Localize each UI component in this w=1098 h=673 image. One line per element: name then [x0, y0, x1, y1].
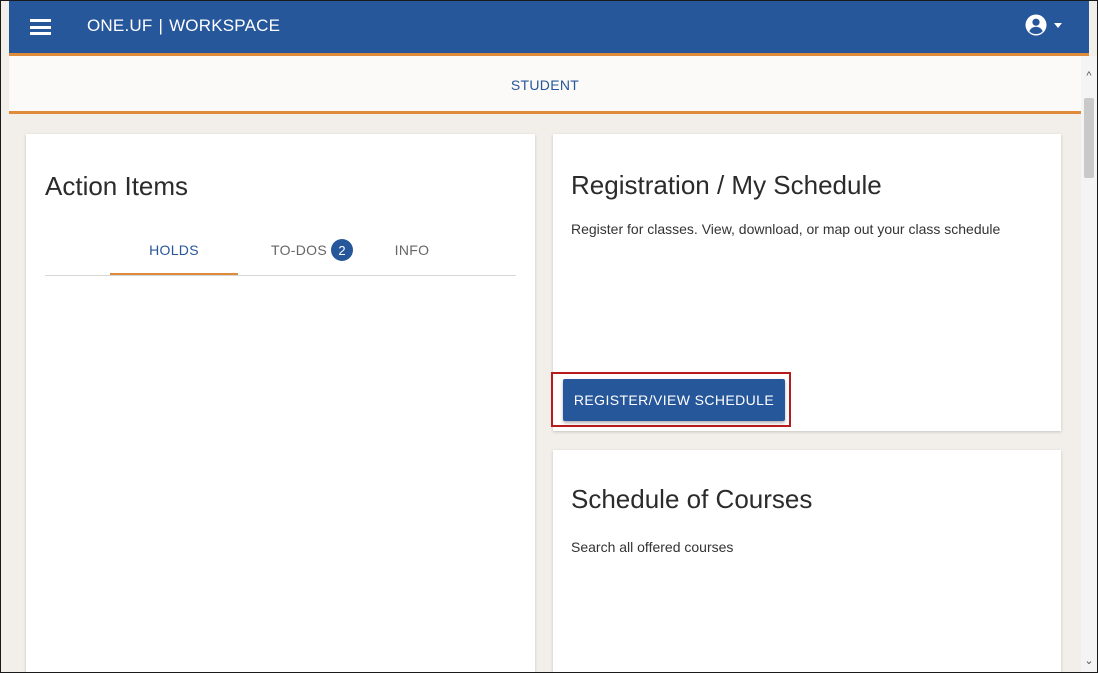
- app-title[interactable]: ONE.UF | WORKSPACE: [87, 16, 280, 36]
- workspace-label: WORKSPACE: [169, 16, 281, 35]
- tab-info[interactable]: INFO: [384, 227, 440, 273]
- tab-todos[interactable]: TO-DOS 2: [256, 227, 368, 273]
- user-circle-icon: [1025, 14, 1047, 36]
- scroll-up-icon[interactable]: ^: [1083, 70, 1095, 84]
- card-title: Registration / My Schedule: [571, 170, 882, 200]
- app-window: ONE.UF | WORKSPACE STUDENT ^ ⌄ Action Item…: [0, 0, 1098, 673]
- scrollbar-thumb[interactable]: [1084, 98, 1094, 178]
- scroll-down-icon[interactable]: ⌄: [1083, 654, 1095, 668]
- vertical-scrollbar[interactable]: ^ ⌄: [1081, 56, 1097, 672]
- title-separator: |: [158, 16, 164, 35]
- role-subheader: STUDENT: [9, 56, 1081, 114]
- account-menu-button[interactable]: [1025, 14, 1065, 36]
- student-tab[interactable]: STUDENT: [511, 77, 579, 93]
- card-description: Search all offered courses: [571, 539, 734, 555]
- card-title: Schedule of Courses: [571, 484, 813, 514]
- action-items-tabs: HOLDS TO-DOS 2 INFO: [45, 227, 516, 276]
- caret-down-icon: [1054, 23, 1062, 28]
- hamburger-menu-icon[interactable]: [30, 19, 51, 35]
- card-description: Register for classes. View, download, or…: [571, 221, 1001, 237]
- todo-count-badge: 2: [331, 239, 353, 261]
- tab-label: INFO: [394, 242, 430, 258]
- card-title: Action Items: [45, 171, 189, 201]
- top-app-bar: ONE.UF | WORKSPACE: [9, 1, 1089, 56]
- tab-holds[interactable]: HOLDS: [110, 227, 238, 275]
- app-name: ONE.UF: [87, 16, 153, 35]
- schedule-of-courses-card[interactable]: Schedule of Courses Search all offered c…: [553, 450, 1061, 672]
- action-items-card: Action Items HOLDS TO-DOS 2 INFO: [26, 134, 535, 672]
- register-view-schedule-button[interactable]: REGISTER/VIEW SCHEDULE: [563, 379, 785, 421]
- tab-label: HOLDS: [149, 242, 199, 258]
- tab-label: TO-DOS: [271, 242, 327, 258]
